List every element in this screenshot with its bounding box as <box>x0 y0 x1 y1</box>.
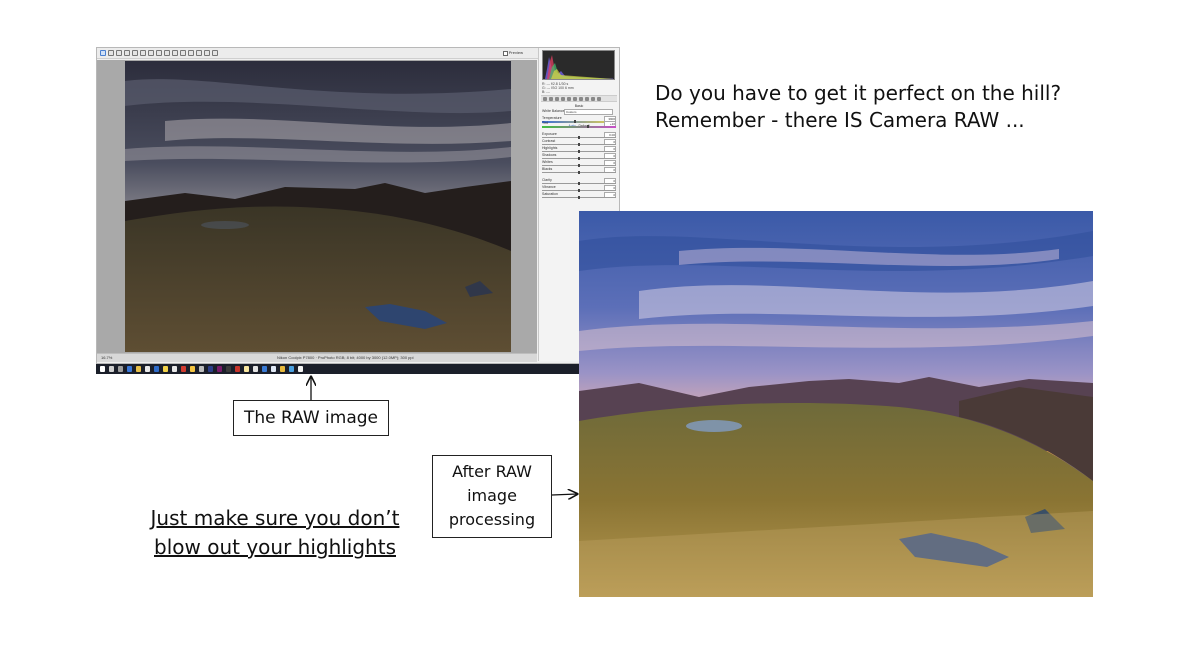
callout-arrows <box>0 0 1200 650</box>
arrow-to-processed <box>551 494 577 495</box>
